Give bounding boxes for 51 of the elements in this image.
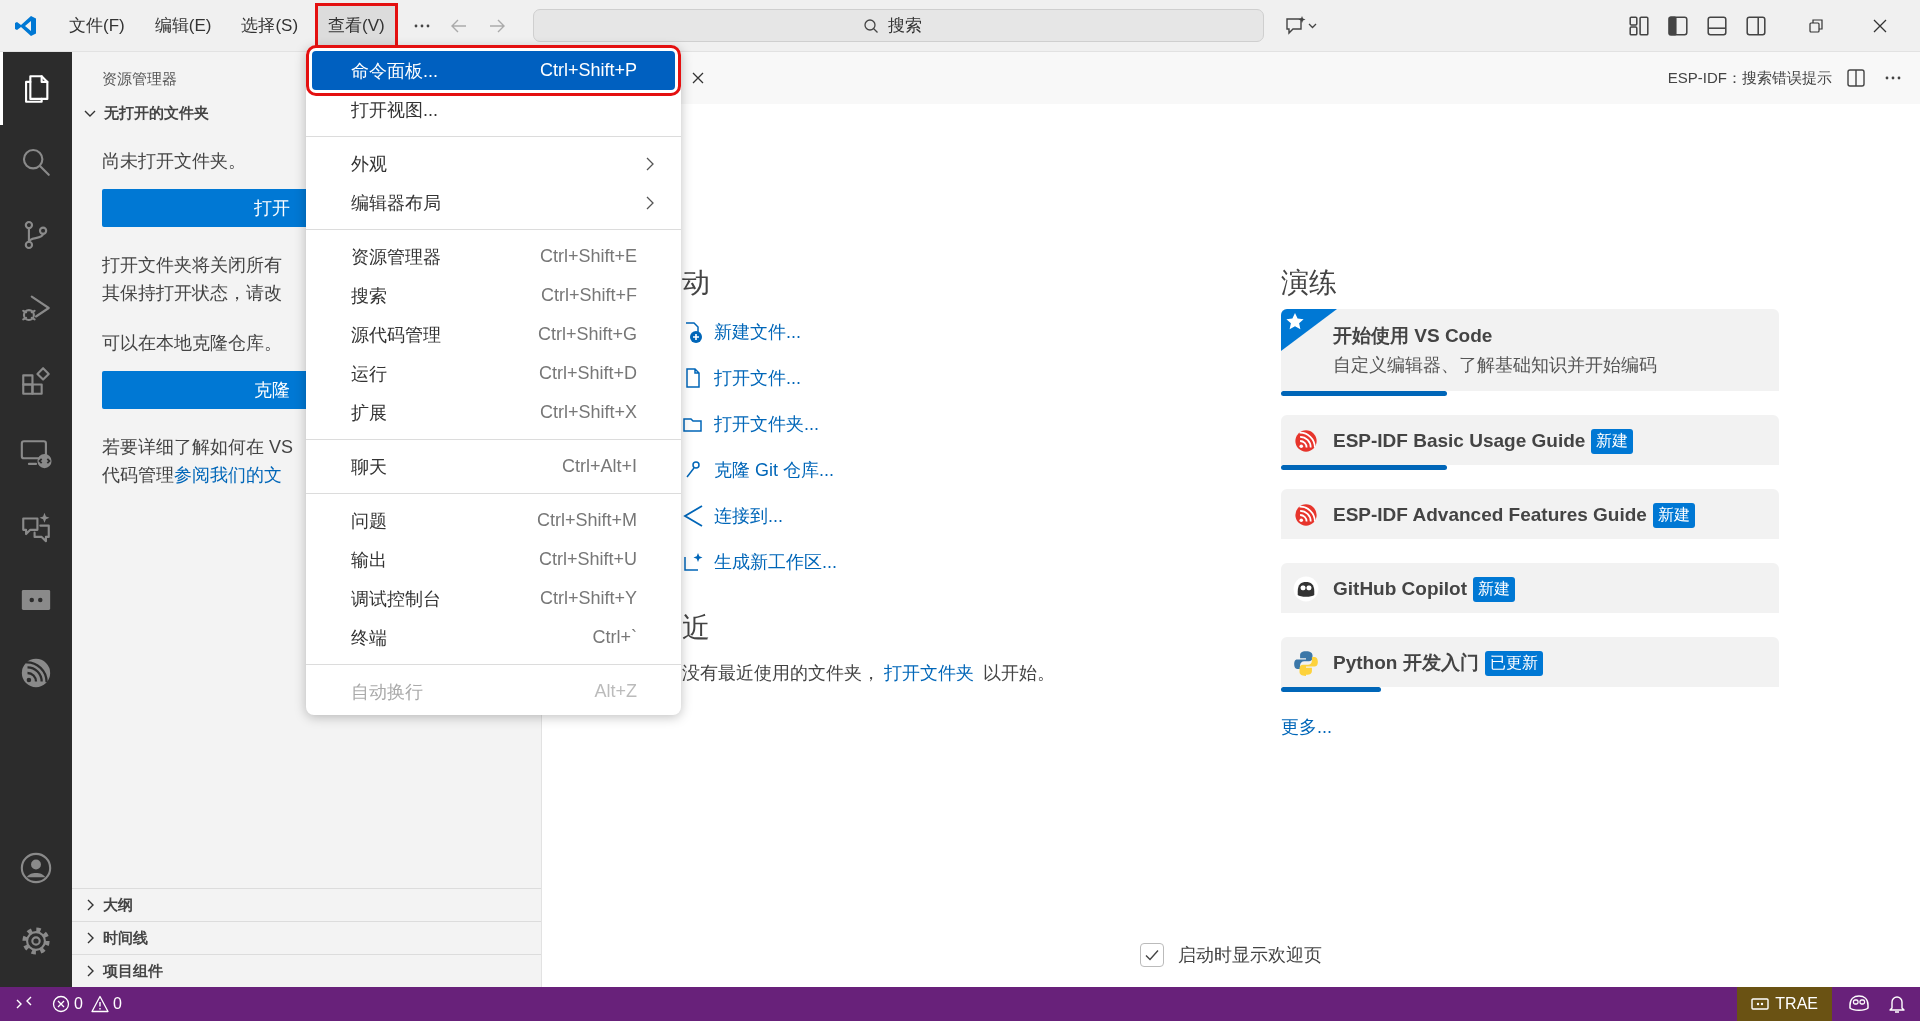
menu-item-label: 聊天	[351, 455, 388, 479]
shortcut-label: Ctrl+Alt+I	[561, 456, 637, 477]
shortcut-label: Ctrl+Shift+U	[538, 549, 637, 570]
menu-item-label: 搜索	[351, 284, 388, 308]
menu-item-label: 输出	[351, 548, 388, 572]
paragraph: 打开文件夹将关闭所有 其保持打开状态，请改	[102, 254, 282, 305]
shortcut-label: Ctrl+Shift+D	[538, 363, 637, 384]
shortcut-label: Ctrl+Shift+P	[539, 60, 637, 81]
section-title: 无打开的文件夹	[104, 103, 209, 123]
shortcut-label: Ctrl+Shift+X	[539, 402, 637, 423]
menu-item-label: 资源管理器	[351, 245, 442, 269]
walkthrough-title: Python 开发入门	[1333, 651, 1479, 675]
walkthrough-title: GitHub Copilot	[1333, 578, 1468, 600]
paragraph: 尚未打开文件夹。	[102, 150, 246, 173]
status-badge: 新建	[1591, 428, 1634, 454]
shortcut-label: Ctrl+Shift+E	[539, 246, 637, 267]
menu-item-label: 外观	[351, 152, 388, 176]
checkbox-label: 启动时显示欢迎页	[1178, 944, 1322, 967]
menu-item-label: 问题	[351, 509, 388, 533]
menu-item-label: 命令面板...	[351, 59, 439, 83]
section-title: 时间线	[103, 928, 148, 948]
menu-item-label: 自动换行	[351, 680, 424, 704]
paragraph: 若要详细了解如何在 VS 代码管理参阅我们的文	[102, 436, 293, 487]
walkthrough-title: 开始使用 VS Code	[1333, 324, 1493, 348]
menu-item-label: 调试控制台	[351, 587, 442, 611]
status-badge: 新建	[1473, 576, 1516, 602]
shortcut-label: Ctrl+Shift+F	[540, 285, 637, 306]
shortcut-label: Ctrl+Shift+Y	[539, 588, 637, 609]
menu-item-label: 源代码管理	[351, 323, 442, 347]
status-badge: 已更新	[1484, 650, 1543, 676]
shortcut-label: Ctrl+`	[592, 627, 637, 648]
menu-item-label: 终端	[351, 626, 388, 650]
menu-item-label: 运行	[351, 362, 388, 386]
section-title: 大纲	[103, 895, 133, 915]
section-heading: 动	[682, 266, 711, 300]
menu-item-label: 打开视图...	[351, 98, 439, 122]
section-title: 项目组件	[103, 961, 163, 981]
menu-item-label: 编辑器布局	[351, 191, 442, 215]
recent-text: 没有最近使用的文件夹， 打开文件夹 以开始。	[682, 662, 1056, 685]
shortcut-label: Alt+Z	[594, 681, 637, 702]
walkthrough-description: 自定义编辑器、了解基础知识并开始编码	[1333, 354, 1657, 377]
section-heading: 演练	[1281, 266, 1338, 300]
shortcut-label: Ctrl+Shift+M	[536, 510, 637, 531]
walkthrough-title: ESP-IDF Advanced Features Guide	[1333, 504, 1647, 526]
paragraph: 可以在本地克隆仓库。	[102, 332, 282, 355]
shortcut-label: Ctrl+Shift+G	[537, 324, 637, 345]
panel-title: 资源管理器	[102, 70, 177, 89]
section-heading: 近	[682, 611, 711, 645]
status-badge: 新建	[1652, 502, 1695, 528]
walkthrough-title: ESP-IDF Basic Usage Guide	[1333, 430, 1586, 452]
menu-item-label: 扩展	[351, 401, 388, 425]
